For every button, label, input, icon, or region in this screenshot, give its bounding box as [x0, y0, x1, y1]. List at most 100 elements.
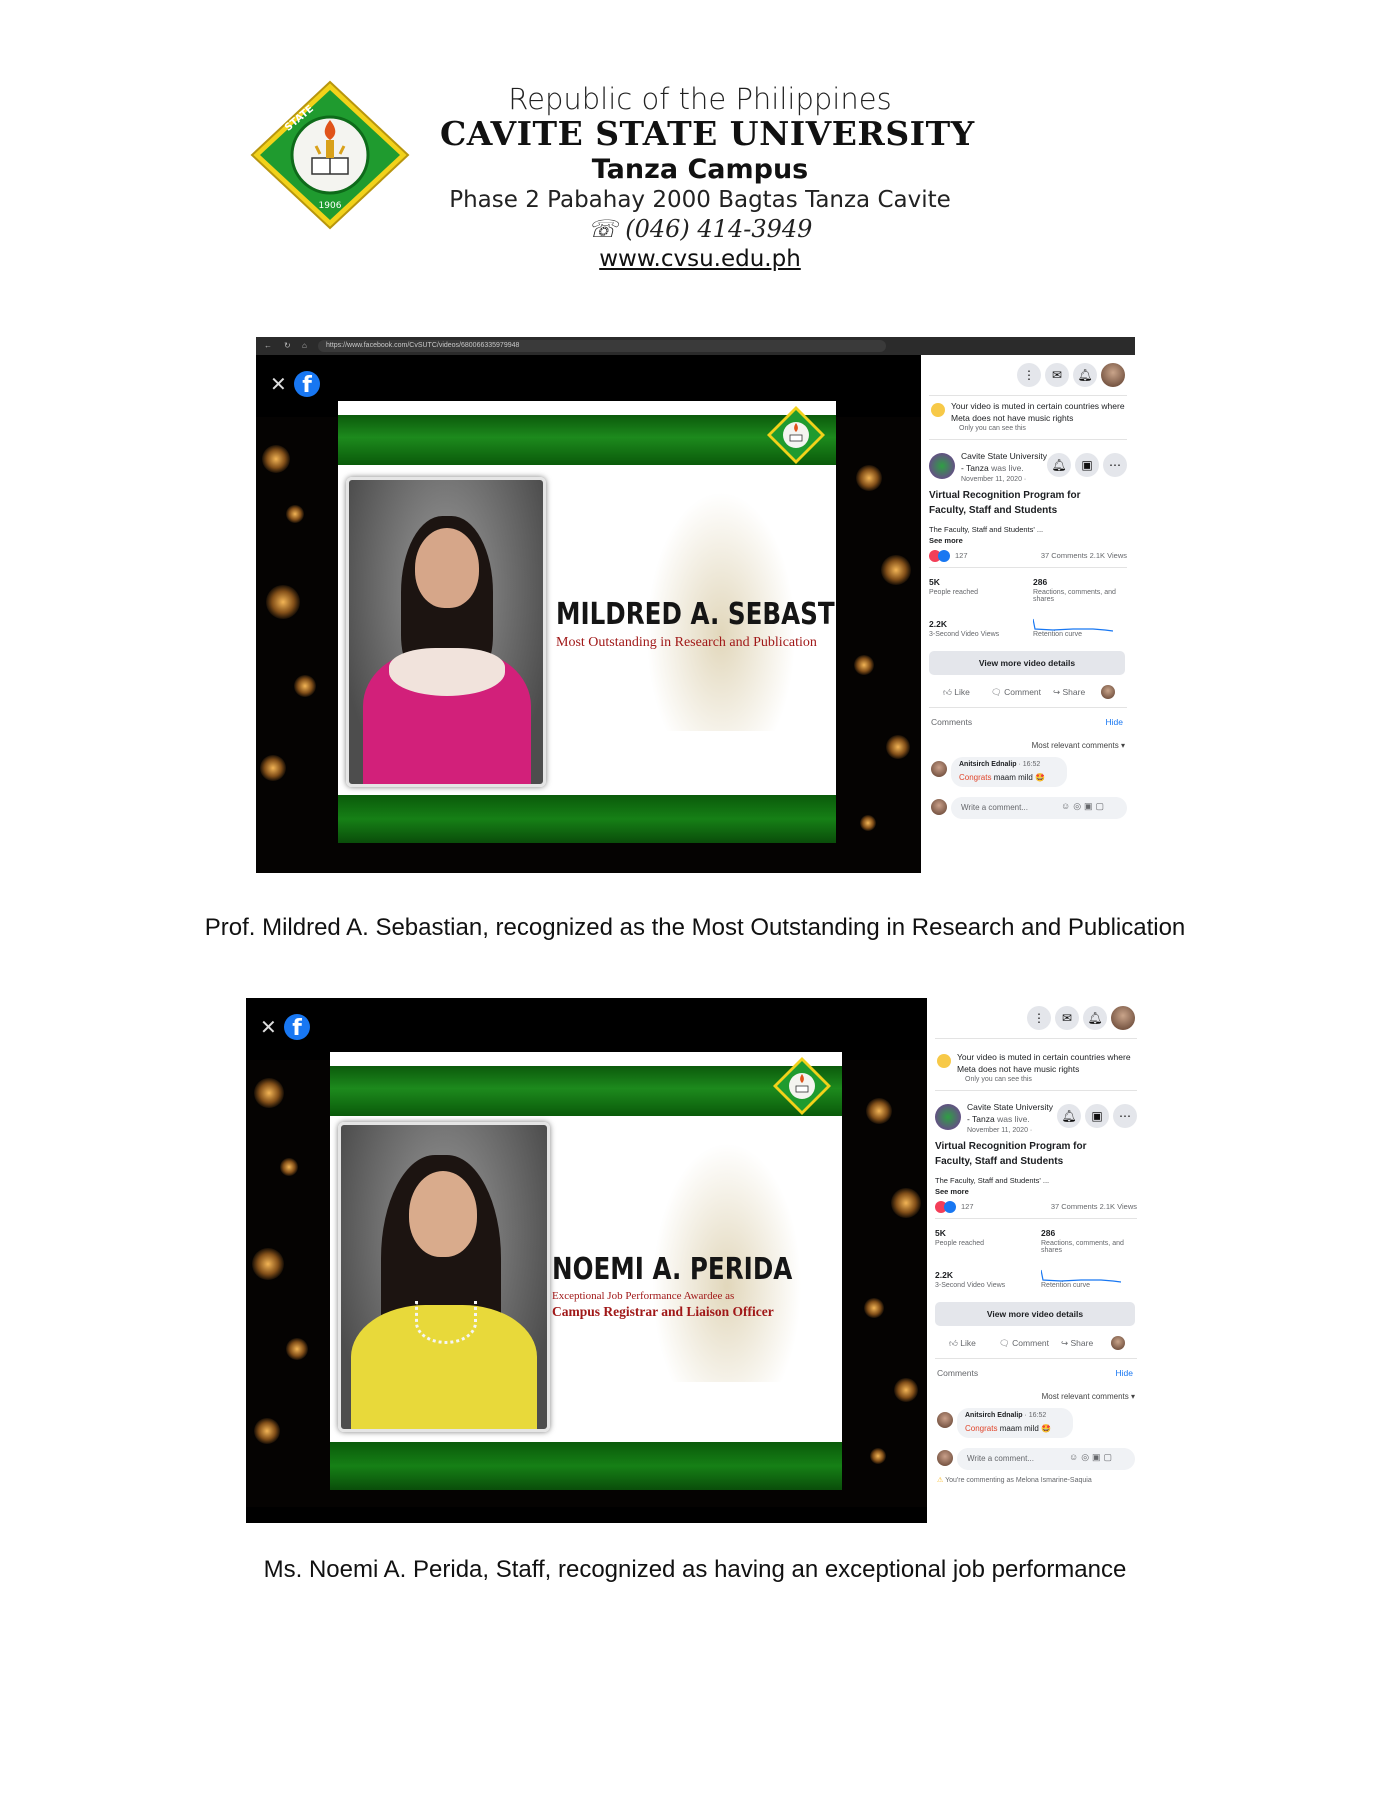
- see-more-link[interactable]: See more: [929, 536, 963, 545]
- page-name-line1[interactable]: Cavite State University: [961, 451, 1047, 461]
- share-button[interactable]: ↪ Share: [1061, 1338, 1093, 1349]
- bokeh-light: [886, 735, 910, 759]
- facebook-logo-icon[interactable]: f: [284, 1014, 310, 1040]
- stat-reach-label: People reached: [935, 1240, 985, 1247]
- see-more-link[interactable]: See more: [935, 1187, 969, 1196]
- fb-top-icons: ⋮ ✉ 🔔︎: [1013, 363, 1125, 391]
- hide-comments-link[interactable]: Hide: [1116, 1368, 1133, 1378]
- comment-tool-icons: ☺◎▣▢: [1061, 801, 1108, 811]
- reload-icon[interactable]: ↻: [284, 337, 291, 355]
- comment-sort-dropdown[interactable]: Most relevant comments ▾: [1032, 741, 1125, 750]
- bokeh-light: [866, 1098, 892, 1124]
- more-options-icon[interactable]: ⋯: [1103, 453, 1127, 477]
- view-video-details-button[interactable]: View more video details: [935, 1302, 1135, 1326]
- messenger-icon[interactable]: ✉: [1045, 363, 1069, 387]
- facebook-side-panel: ⋮ ✉ 🔔︎ Your video is muted in certain coun…: [927, 998, 1145, 1523]
- commenter-avatar[interactable]: [937, 1412, 953, 1428]
- profile-avatar[interactable]: [1111, 1006, 1135, 1030]
- post-date: November 11, 2020 ·: [967, 1127, 1033, 1134]
- video-controls-bar[interactable]: [246, 1507, 927, 1523]
- more-options-icon[interactable]: ⋯: [1113, 1104, 1137, 1128]
- commenting-as-text: You're commenting as Melona Ismarine-Saq…: [945, 1477, 1092, 1484]
- reaction-count[interactable]: 127: [955, 551, 968, 560]
- thumbs-up-icon: 👍︎: [943, 687, 952, 697]
- commenter-avatar[interactable]: [931, 761, 947, 777]
- letterhead-university-name: CAVITE STATE UNIVERSITY: [440, 114, 975, 153]
- back-icon[interactable]: ←: [264, 337, 272, 355]
- commenter-name-text[interactable]: Anitsirch Ednalip: [959, 761, 1017, 768]
- bell-icon[interactable]: 🔔︎: [1047, 453, 1071, 477]
- bell-icon[interactable]: 🔔︎: [1057, 1104, 1081, 1128]
- warning-icon: [937, 1054, 951, 1068]
- page-name-suffix[interactable]: - Tanza: [961, 463, 989, 473]
- comments-header: Comments: [937, 1368, 979, 1378]
- page-action-icons: 🔔︎ ▣ ⋯: [1043, 453, 1127, 477]
- home-icon[interactable]: ⌂: [302, 337, 307, 355]
- facebook-logo-icon[interactable]: f: [294, 371, 320, 397]
- letterhead-website-link[interactable]: www.cvsu.edu.ph: [440, 246, 960, 272]
- post-as-avatar[interactable]: [1111, 1336, 1125, 1350]
- letterhead-campus: Tanza Campus: [591, 154, 809, 185]
- profile-avatar[interactable]: [1101, 363, 1125, 387]
- fb-top-icons: ⋮ ✉ 🔔︎: [1023, 1006, 1135, 1034]
- comment-button[interactable]: 🗨︎ Comment: [991, 687, 1041, 698]
- hide-comments-link[interactable]: Hide: [1106, 717, 1123, 727]
- award-title: Most Outstanding in Research and Publica…: [556, 635, 817, 650]
- comments-views-count[interactable]: 37 Comments 2.1K Views: [1051, 1202, 1137, 1211]
- save-icon[interactable]: ▣: [1075, 453, 1099, 477]
- video-title-line1: Virtual Recognition Program for: [929, 490, 1081, 501]
- like-reaction-icon: [944, 1201, 956, 1213]
- menu-grid-icon[interactable]: ⋮: [1017, 363, 1041, 387]
- slide-header-band: [338, 415, 836, 465]
- stat-views-label: 3-Second Video Views: [935, 1282, 1006, 1289]
- caption-2: Ms. Noemi A. Perida, Staff, recognized a…: [263, 1556, 1127, 1583]
- reaction-count[interactable]: 127: [961, 1202, 974, 1211]
- post-as-avatar[interactable]: [1101, 685, 1115, 699]
- page-name-suffix[interactable]: - Tanza: [967, 1114, 995, 1124]
- commenter-name-text[interactable]: Anitsirch Ednalip: [965, 1412, 1023, 1419]
- stat-views-value: 2.2K: [929, 619, 947, 629]
- video-player[interactable]: ✕ f NOEMI A. PERIDA Exceptional Job Perf…: [246, 998, 927, 1523]
- bokeh-light: [881, 555, 911, 585]
- award-title-line2: Campus Registrar and Liaison Officer: [552, 1304, 774, 1319]
- share-button[interactable]: ↪ Share: [1053, 687, 1085, 698]
- notifications-bell-icon[interactable]: 🔔︎: [1073, 363, 1097, 387]
- bokeh-light: [860, 815, 876, 831]
- bokeh-light: [252, 1248, 284, 1280]
- messenger-icon[interactable]: ✉: [1055, 1006, 1079, 1030]
- notifications-bell-icon[interactable]: 🔔︎: [1083, 1006, 1107, 1030]
- video-player[interactable]: ✕ f MILDRED A. SEBAST Most Outstanding i…: [256, 355, 921, 873]
- share-label: Share: [1070, 1338, 1094, 1348]
- comments-views-count[interactable]: 37 Comments 2.1K Views: [1041, 551, 1127, 560]
- view-video-details-button[interactable]: View more video details: [929, 651, 1125, 675]
- page-avatar[interactable]: [929, 453, 955, 479]
- slide-footer-band: [338, 795, 836, 843]
- page-avatar[interactable]: [935, 1104, 961, 1130]
- close-icon[interactable]: ✕: [270, 375, 287, 395]
- like-label: Like: [960, 1338, 976, 1348]
- muted-notice-visibility: Only you can see this: [965, 1076, 1032, 1083]
- comment-button[interactable]: 🗨︎ Comment: [999, 1338, 1049, 1349]
- bokeh-light: [260, 755, 286, 781]
- stat-engagement-value: 286: [1033, 577, 1048, 587]
- like-button[interactable]: 👍︎ Like: [943, 687, 970, 698]
- like-button[interactable]: 👍︎ Like: [949, 1338, 976, 1349]
- comment-highlight: Congrats: [959, 773, 992, 782]
- letterhead-phone: ☏ (046) 414-3949: [587, 215, 813, 243]
- menu-grid-icon[interactable]: ⋮: [1027, 1006, 1051, 1030]
- close-icon[interactable]: ✕: [260, 1018, 277, 1038]
- slide-seal-logo: [773, 1057, 831, 1115]
- write-comment-placeholder: Write a comment...: [961, 803, 1028, 812]
- save-icon[interactable]: ▣: [1085, 1104, 1109, 1128]
- address-bar[interactable]: https://www.facebook.com/CvSUTC/videos/6…: [318, 340, 886, 352]
- slide-seal-logo: [767, 406, 825, 464]
- page-name-line1[interactable]: Cavite State University: [967, 1102, 1053, 1112]
- thumbs-up-icon: 👍︎: [949, 1338, 958, 1348]
- comment-sort-dropdown[interactable]: Most relevant comments ▾: [1042, 1392, 1135, 1401]
- video-title-line2: Faculty, Staff and Students: [929, 505, 1058, 516]
- bokeh-light: [864, 1298, 884, 1318]
- stat-views-label: 3-Second Video Views: [929, 631, 1000, 638]
- commenter-name: Anitsirch Ednalip · 16:52: [965, 1412, 1046, 1419]
- muted-notice-visibility: Only you can see this: [959, 425, 1026, 432]
- was-live-text: was live.: [991, 463, 1024, 473]
